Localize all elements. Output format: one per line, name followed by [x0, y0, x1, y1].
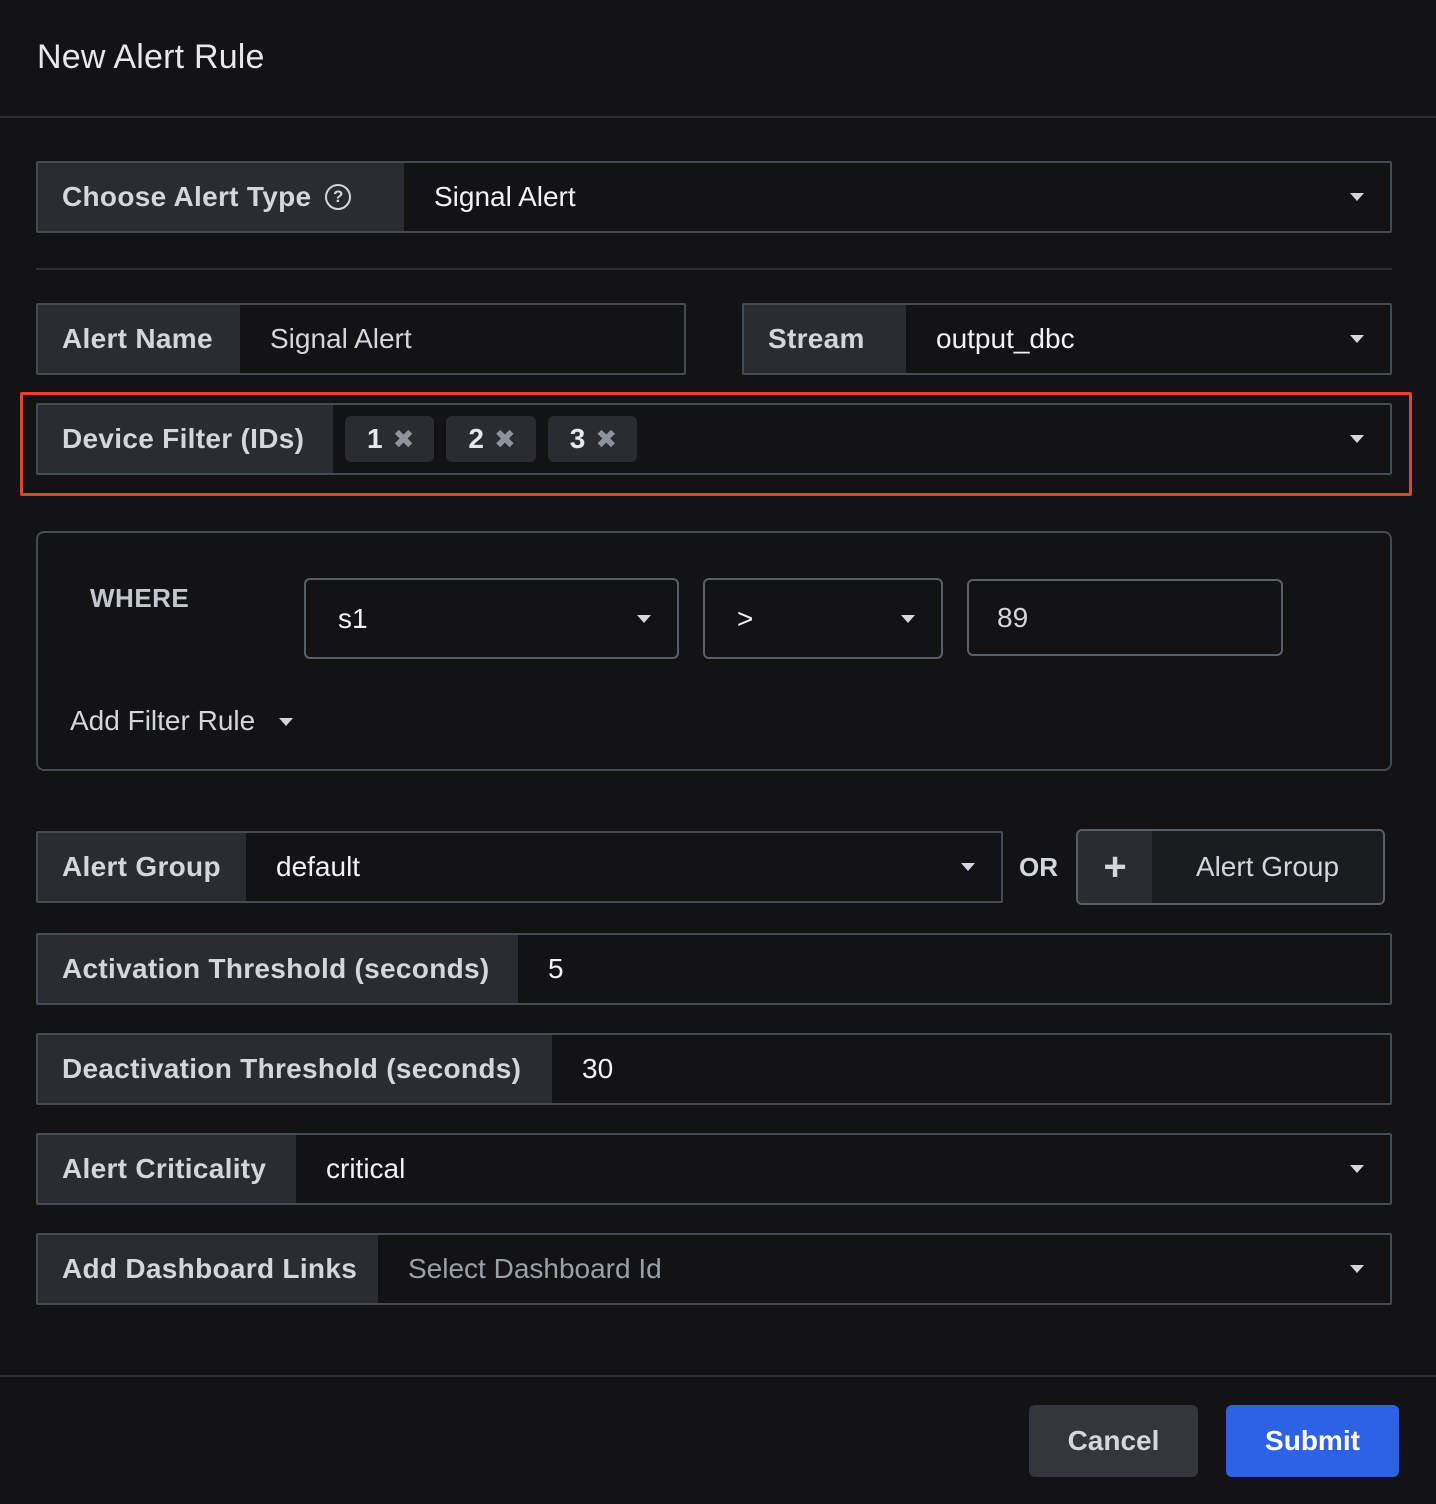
activation-threshold-field[interactable]: Activation Threshold (seconds) 5: [36, 933, 1392, 1005]
chevron-down-icon: [1350, 1165, 1364, 1173]
stream-value[interactable]: output_dbc: [906, 305, 1390, 373]
where-label: WHERE: [90, 583, 190, 613]
stream-select[interactable]: Stream output_dbc: [742, 303, 1392, 375]
cancel-button[interactable]: Cancel: [1029, 1405, 1198, 1477]
alert-criticality-value[interactable]: critical: [296, 1135, 1390, 1203]
device-chip: 2 ✖: [446, 416, 536, 462]
device-chip: 1 ✖: [345, 416, 435, 462]
operator-select[interactable]: >: [703, 578, 943, 659]
threshold-value-input[interactable]: 89: [967, 579, 1283, 656]
dashboard-id-select[interactable]: Select Dashboard Id: [378, 1235, 1390, 1303]
question-circle-icon[interactable]: ?: [325, 184, 352, 210]
or-label: OR: [1019, 852, 1058, 882]
chevron-down-icon: [1350, 435, 1364, 443]
alert-criticality-label: Alert Criticality: [38, 1135, 296, 1203]
alert-group-select[interactable]: Alert Group default: [36, 831, 1003, 903]
add-alert-group-label: Alert Group: [1152, 831, 1383, 903]
alert-type-select[interactable]: Choose Alert Type ? Signal Alert: [36, 161, 1392, 233]
alert-type-value[interactable]: Signal Alert: [404, 163, 1390, 231]
chevron-down-icon: [1350, 193, 1364, 201]
footer-divider: [0, 1375, 1436, 1377]
alert-group-value[interactable]: default: [246, 833, 1001, 901]
chevron-down-icon: [279, 718, 294, 726]
where-filter-box: WHERE s1 > 89 Add Filter Rule: [36, 531, 1392, 771]
device-filter-select[interactable]: Device Filter (IDs) 1 ✖ 2 ✖ 3 ✖: [36, 403, 1392, 475]
chevron-down-icon: [637, 614, 651, 623]
deactivation-threshold-label: Deactivation Threshold (seconds): [38, 1035, 552, 1103]
alert-name-input[interactable]: Signal Alert: [240, 305, 684, 373]
chevron-down-icon: [901, 614, 915, 623]
stream-label: Stream: [744, 305, 906, 373]
alert-name-field[interactable]: Alert Name Signal Alert: [36, 303, 686, 375]
submit-button[interactable]: Submit: [1226, 1405, 1399, 1477]
device-filter-label: Device Filter (IDs): [38, 405, 333, 473]
alert-type-label: Choose Alert Type ?: [38, 163, 404, 231]
chevron-down-icon: [961, 863, 975, 871]
dialog-title: New Alert Rule: [37, 38, 265, 76]
device-chip: 3 ✖: [547, 416, 638, 462]
alert-name-label: Alert Name: [38, 305, 240, 373]
dashboard-links-select[interactable]: Add Dashboard Links Select Dashboard Id: [36, 1233, 1392, 1305]
deactivation-threshold-input[interactable]: 30: [552, 1035, 1390, 1103]
section-divider: [36, 268, 1392, 270]
new-alert-rule-dialog: New Alert Rule Choose Alert Type ? Signa…: [0, 0, 1436, 1504]
alert-group-label: Alert Group: [38, 833, 246, 901]
activation-threshold-input[interactable]: 5: [518, 935, 1390, 1003]
alert-criticality-select[interactable]: Alert Criticality critical: [36, 1133, 1392, 1205]
add-filter-rule-button[interactable]: Add Filter Rule: [70, 705, 294, 737]
deactivation-threshold-field[interactable]: Deactivation Threshold (seconds) 30: [36, 1033, 1392, 1105]
device-filter-chips[interactable]: 1 ✖ 2 ✖ 3 ✖: [333, 405, 1390, 473]
signal-select[interactable]: s1: [304, 578, 679, 659]
plus-icon: +: [1078, 831, 1152, 903]
remove-chip-icon[interactable]: ✖: [494, 424, 516, 455]
dialog-header: New Alert Rule: [0, 0, 1436, 118]
remove-chip-icon[interactable]: ✖: [595, 424, 617, 455]
dashboard-links-label: Add Dashboard Links: [38, 1235, 378, 1303]
chevron-down-icon: [1350, 1265, 1364, 1273]
chevron-down-icon: [1350, 335, 1364, 343]
remove-chip-icon[interactable]: ✖: [393, 424, 415, 455]
activation-threshold-label: Activation Threshold (seconds): [38, 935, 518, 1003]
add-alert-group-button[interactable]: + Alert Group: [1076, 829, 1385, 905]
